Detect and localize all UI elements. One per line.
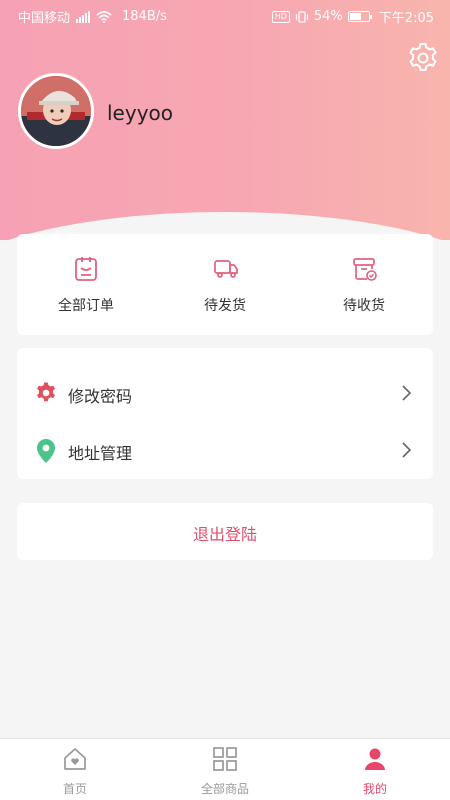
chevron-right-icon	[402, 442, 412, 458]
avatar[interactable]	[18, 73, 94, 149]
all-orders-button[interactable]: 全部订单	[17, 234, 155, 335]
profile-header: 中国移动 184B/s HD 54% 下午2:05 leyyoo	[0, 0, 450, 240]
pending-shipment-label: 待发货	[204, 298, 246, 314]
username: leyyoo	[107, 101, 174, 125]
tab-home-label: 首页	[62, 782, 87, 796]
package-check-icon	[353, 258, 377, 281]
grid-icon	[213, 747, 237, 771]
settings-menu-card: 修改密码 地址管理	[17, 348, 433, 479]
address-management-label: 地址管理	[68, 444, 133, 463]
vibrate-icon	[295, 10, 308, 23]
all-orders-label: 全部订单	[58, 298, 114, 314]
gear-icon	[37, 382, 55, 402]
home-heart-icon	[64, 748, 86, 770]
settings-button[interactable]	[405, 40, 441, 76]
battery-icon	[347, 11, 372, 22]
logout-button[interactable]: 退出登陆	[17, 503, 433, 560]
battery-percent: 54%	[313, 9, 343, 24]
signal-icon	[76, 10, 91, 23]
pending-shipment-button[interactable]: 待发货	[156, 234, 294, 335]
tab-all-products[interactable]: 全部商品	[150, 739, 300, 800]
tab-mine-label: 我的	[362, 782, 387, 796]
order-status-card: 全部订单 待发货 待收货	[17, 234, 433, 335]
gear-icon	[409, 43, 437, 71]
net-speed: 184B/s	[122, 9, 167, 24]
status-bar: 中国移动 184B/s HD 54% 下午2:05	[0, 0, 450, 32]
wifi-icon	[96, 10, 112, 23]
bottom-tab-bar: 首页 全部商品 我的	[0, 738, 450, 800]
menu-item-change-password[interactable]: 修改密码	[17, 365, 433, 421]
hd-badge: HD	[271, 10, 290, 23]
menu-item-address-management[interactable]: 地址管理	[17, 422, 433, 478]
location-pin-icon	[37, 439, 55, 463]
chevron-right-icon	[402, 385, 412, 401]
carrier-label: 中国移动	[18, 11, 71, 26]
logout-label: 退出登陆	[192, 525, 257, 544]
pending-receipt-label: 待收货	[343, 298, 385, 314]
user-icon	[365, 748, 385, 770]
truck-icon	[214, 260, 238, 278]
avatar-image	[21, 76, 91, 146]
order-list-icon	[75, 257, 97, 281]
tab-mine[interactable]: 我的	[300, 739, 450, 800]
tab-home[interactable]: 首页	[0, 739, 150, 800]
pending-receipt-button[interactable]: 待收货	[295, 234, 433, 335]
tab-all-products-label: 全部商品	[200, 782, 249, 796]
clock: 下午2:05	[378, 11, 434, 26]
change-password-label: 修改密码	[68, 387, 133, 406]
